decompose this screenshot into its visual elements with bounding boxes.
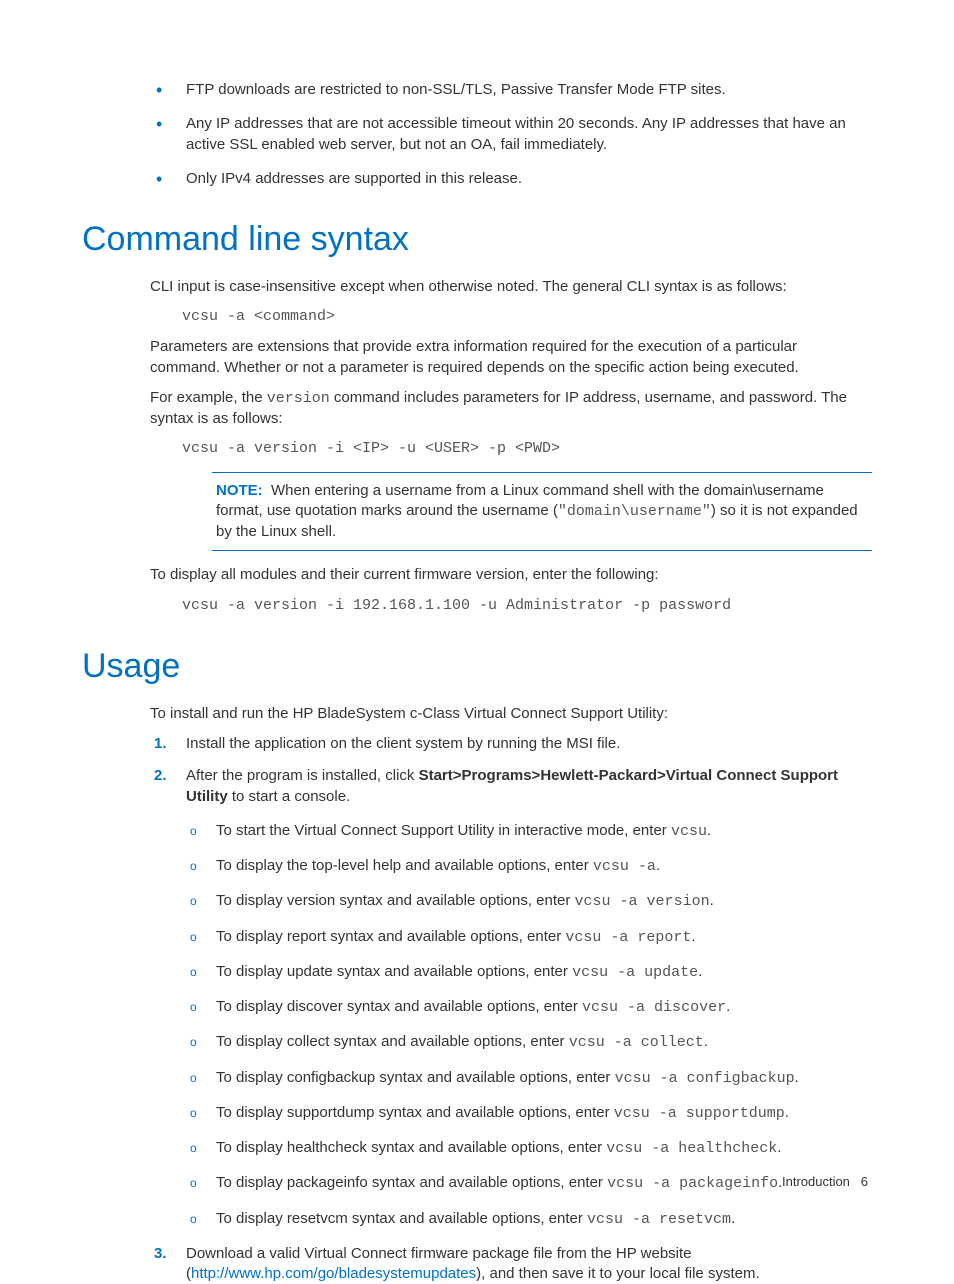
step-text: After the program is installed, click	[186, 767, 419, 784]
paragraph: CLI input is case-insensitive except whe…	[150, 277, 866, 297]
sub-item: To start the Virtual Connect Support Uti…	[186, 821, 872, 842]
text: To display all modules and their current…	[150, 566, 659, 583]
code-block: vcsu -a version -i <IP> -u <USER> -p <PW…	[182, 439, 872, 459]
sub-item: To display supportdump syntax and availa…	[186, 1103, 872, 1124]
inline-code: vcsu -a update	[572, 964, 698, 981]
bullet-item: Any IP addresses that are not accessible…	[150, 114, 872, 155]
step-item: Install the application on the client sy…	[150, 734, 872, 754]
text: To display report syntax and available o…	[216, 928, 565, 945]
step-item: Download a valid Virtual Connect firmwar…	[150, 1244, 872, 1284]
text: To display packageinfo syntax and availa…	[216, 1174, 607, 1191]
text: To display supportdump syntax and availa…	[216, 1104, 614, 1121]
inline-code: vcsu -a supportdump	[614, 1105, 785, 1122]
inline-code: vcsu -a packageinfo	[607, 1175, 778, 1192]
bullet-text: FTP downloads are restricted to non-SSL/…	[186, 81, 726, 98]
inline-code: version	[267, 390, 330, 407]
text: To display discover syntax and available…	[216, 998, 582, 1015]
inline-code: vcsu -a collect	[569, 1034, 704, 1051]
paragraph: For example, the version command include…	[150, 388, 866, 430]
inline-code: vcsu	[671, 823, 707, 840]
text: To display configbackup syntax and avail…	[216, 1069, 615, 1086]
text: To display version syntax and available …	[216, 892, 575, 909]
inline-code: "domain\username"	[558, 503, 711, 520]
sub-item: To display resetvcm syntax and available…	[186, 1209, 872, 1230]
text: To install and run the HP BladeSystem c-…	[150, 705, 668, 722]
sub-bullet-list: To start the Virtual Connect Support Uti…	[186, 821, 872, 1230]
step-item: After the program is installed, click St…	[150, 766, 872, 1230]
paragraph: Parameters are extensions that provide e…	[150, 337, 866, 378]
bullet-text: Any IP addresses that are not accessible…	[186, 115, 846, 152]
footer-section: Introduction	[782, 1174, 850, 1189]
heading-usage: Usage	[82, 644, 872, 690]
text: To display the top-level help and availa…	[216, 857, 593, 874]
inline-code: vcsu -a healthcheck	[606, 1140, 777, 1157]
sub-item: To display discover syntax and available…	[186, 997, 872, 1018]
paragraph: To install and run the HP BladeSystem c-…	[150, 704, 866, 724]
text: To display collect syntax and available …	[216, 1033, 569, 1050]
code-block: vcsu -a version -i 192.168.1.100 -u Admi…	[182, 596, 872, 616]
sub-item: To display report syntax and available o…	[186, 927, 872, 948]
intro-bullet-list: FTP downloads are restricted to non-SSL/…	[150, 80, 872, 189]
bullet-text: Only IPv4 addresses are supported in thi…	[186, 170, 522, 187]
sub-item: To display healthcheck syntax and availa…	[186, 1138, 872, 1159]
inline-code: vcsu -a discover	[582, 999, 726, 1016]
step-text: to start a console.	[228, 788, 351, 805]
sub-item: To display the top-level help and availa…	[186, 856, 872, 877]
page-footer: Introduction 6	[782, 1173, 868, 1191]
bullet-item: FTP downloads are restricted to non-SSL/…	[150, 80, 872, 100]
download-link[interactable]: http://www.hp.com/go/bladesystemupdates	[191, 1265, 476, 1282]
text: CLI input is case-insensitive except whe…	[150, 278, 787, 295]
sub-item: To display update syntax and available o…	[186, 962, 872, 983]
step-text: ), and then save it to your local file s…	[476, 1265, 759, 1282]
inline-code: vcsu -a configbackup	[615, 1070, 795, 1087]
note-label: NOTE:	[216, 482, 263, 499]
bullet-item: Only IPv4 addresses are supported in thi…	[150, 169, 872, 189]
sub-item: To display configbackup syntax and avail…	[186, 1068, 872, 1089]
code-block: vcsu -a <command>	[182, 307, 872, 327]
inline-code: vcsu -a	[593, 858, 656, 875]
note-box: NOTE: When entering a username from a Li…	[212, 472, 872, 552]
inline-code: vcsu -a version	[575, 893, 710, 910]
heading-command-line-syntax: Command line syntax	[82, 217, 872, 263]
sub-item: To display collect syntax and available …	[186, 1032, 872, 1053]
text: For example, the	[150, 389, 267, 406]
text: Parameters are extensions that provide e…	[150, 338, 799, 375]
paragraph: To display all modules and their current…	[150, 565, 866, 585]
steps-list: Install the application on the client sy…	[150, 734, 872, 1284]
inline-code: vcsu -a resetvcm	[587, 1211, 731, 1228]
sub-item: To display version syntax and available …	[186, 891, 872, 912]
footer-page: 6	[861, 1174, 868, 1189]
text: To start the Virtual Connect Support Uti…	[216, 822, 671, 839]
text: To display resetvcm syntax and available…	[216, 1210, 587, 1227]
step-text: Install the application on the client sy…	[186, 735, 620, 752]
text: To display healthcheck syntax and availa…	[216, 1139, 606, 1156]
text: To display update syntax and available o…	[216, 963, 572, 980]
inline-code: vcsu -a report	[565, 929, 691, 946]
sub-item: To display packageinfo syntax and availa…	[186, 1173, 872, 1194]
